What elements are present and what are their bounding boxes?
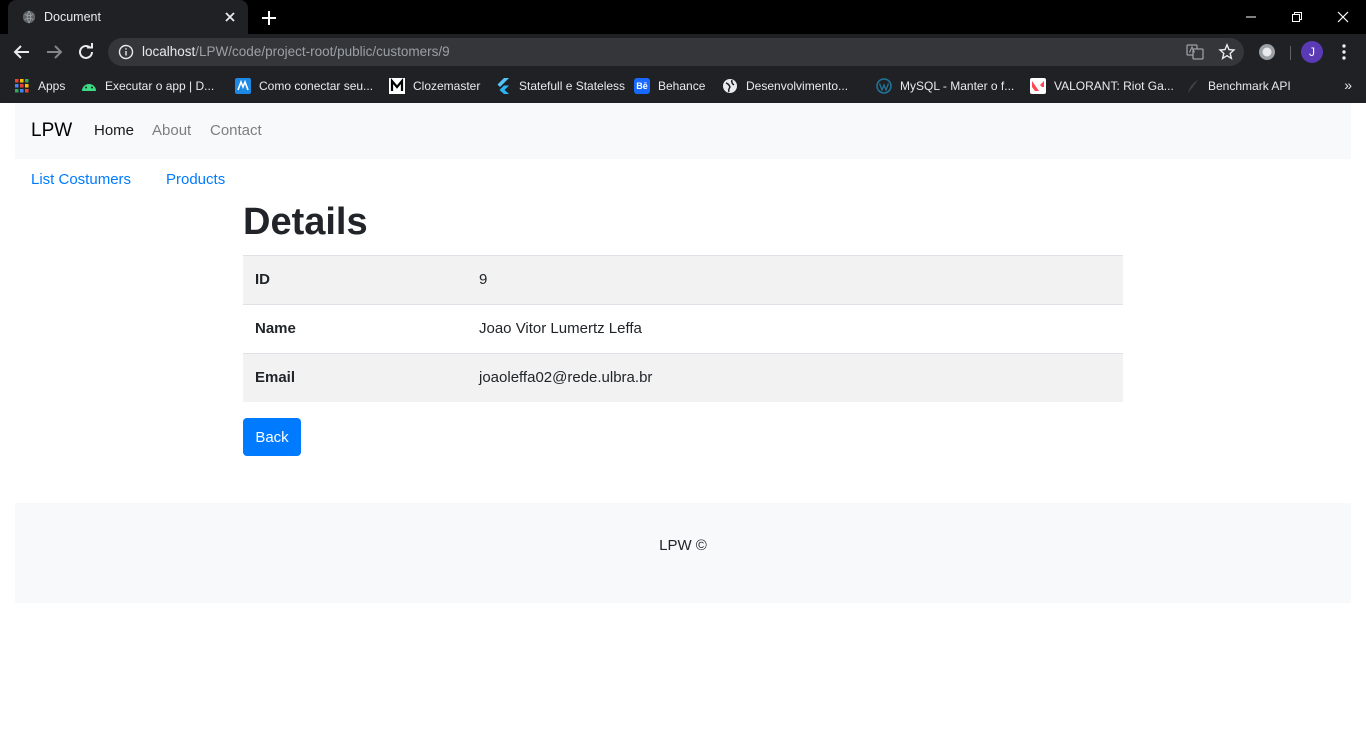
behance-icon: Bē bbox=[634, 78, 650, 94]
minimize-icon bbox=[1246, 16, 1256, 18]
list-customers-link[interactable]: List Costumers bbox=[31, 171, 131, 188]
site-navbar: LPW Home About Contact bbox=[15, 103, 1351, 159]
browser-tab[interactable]: Document bbox=[8, 0, 248, 34]
valorant-icon bbox=[1030, 78, 1046, 94]
close-icon bbox=[1337, 11, 1349, 23]
address-bar[interactable]: localhost/LPW/code/project-root/public/c… bbox=[108, 38, 1244, 66]
bookmark-label: Clozemaster bbox=[413, 79, 481, 93]
bookmark-item[interactable]: Executar o app | D... bbox=[81, 76, 214, 96]
clozemaster-icon bbox=[389, 78, 405, 94]
bookmark-item[interactable]: MySQL - Manter o f... bbox=[876, 76, 1014, 96]
bookmark-label: Statefull e Stateless bbox=[519, 79, 626, 93]
minimize-button[interactable] bbox=[1228, 0, 1274, 34]
back-button[interactable]: Back bbox=[243, 418, 301, 456]
bookmark-item[interactable]: Desenvolvimento... bbox=[722, 76, 848, 96]
row-value: 9 bbox=[479, 271, 488, 288]
navbar-brand[interactable]: LPW bbox=[31, 120, 72, 142]
close-window-button[interactable] bbox=[1320, 0, 1366, 34]
arrow-left-icon bbox=[13, 45, 29, 59]
bookmarks-bar: Apps Executar o app | D... Como conectar… bbox=[0, 70, 1366, 103]
url-text: localhost/LPW/code/project-root/public/c… bbox=[142, 44, 450, 59]
forward-nav-button[interactable] bbox=[42, 40, 66, 64]
site-footer: LPW © bbox=[15, 503, 1351, 603]
nav-link-contact[interactable]: Contact bbox=[210, 122, 262, 139]
bookmark-label: Como conectar seu... bbox=[259, 79, 374, 93]
menu-kebab-icon[interactable] bbox=[1334, 42, 1354, 62]
bookmark-item[interactable]: Benchmark API bbox=[1184, 76, 1291, 96]
globe-icon bbox=[22, 10, 36, 24]
table-row: ID 9 bbox=[243, 255, 1123, 304]
bookmark-label: Benchmark API bbox=[1208, 79, 1291, 93]
restore-icon bbox=[1292, 12, 1302, 22]
extension-icon[interactable] bbox=[1257, 42, 1277, 62]
apps-grid-icon bbox=[14, 78, 30, 94]
bookmark-item[interactable]: VALORANT: Riot Ga... bbox=[1030, 76, 1174, 96]
url-host: localhost bbox=[142, 44, 196, 59]
bookmark-label: Apps bbox=[38, 79, 66, 93]
reload-icon bbox=[79, 43, 93, 59]
browser-toolbar: localhost/LPW/code/project-root/public/c… bbox=[0, 34, 1366, 70]
android-icon bbox=[81, 78, 97, 94]
row-key: Name bbox=[255, 320, 296, 337]
page-title: Details bbox=[243, 201, 368, 243]
url-path: /LPW/code/project-root/public/customers/… bbox=[195, 44, 450, 59]
row-value: joaoleffa02@rede.ulbra.br bbox=[479, 369, 653, 386]
toolbar-divider bbox=[1290, 46, 1291, 60]
close-icon[interactable] bbox=[220, 7, 240, 27]
table-row: Email joaoleffa02@rede.ulbra.br bbox=[243, 353, 1123, 402]
row-key: ID bbox=[255, 271, 270, 288]
info-icon[interactable] bbox=[118, 44, 134, 60]
bookmark-label: VALORANT: Riot Ga... bbox=[1054, 79, 1174, 93]
profile-avatar[interactable]: J bbox=[1301, 41, 1323, 63]
nav-link-home[interactable]: Home bbox=[94, 122, 134, 139]
new-tab-plus-icon[interactable] bbox=[258, 7, 280, 29]
translate-icon[interactable] bbox=[1186, 43, 1204, 61]
flutter-icon bbox=[495, 78, 511, 94]
bookmark-apps[interactable]: Apps bbox=[14, 76, 65, 96]
bookmarks-overflow-icon[interactable]: » bbox=[1344, 77, 1352, 93]
row-value: Joao Vitor Lumertz Leffa bbox=[479, 320, 642, 337]
bookmark-label: MySQL - Manter o f... bbox=[900, 79, 1015, 93]
browser-titlebar: Document bbox=[0, 0, 1366, 34]
back-nav-button[interactable] bbox=[10, 40, 34, 64]
star-icon[interactable] bbox=[1218, 43, 1236, 61]
products-link[interactable]: Products bbox=[166, 171, 225, 188]
bookmark-logo-icon bbox=[235, 78, 251, 94]
bookmark-item[interactable]: Bē Behance bbox=[634, 76, 705, 96]
bookmark-label: Executar o app | D... bbox=[105, 79, 215, 93]
bookmark-icon bbox=[1184, 78, 1200, 94]
table-row: Name Joao Vitor Lumertz Leffa bbox=[243, 304, 1123, 353]
restore-button[interactable] bbox=[1274, 0, 1320, 34]
details-table: ID 9 Name Joao Vitor Lumertz Leffa Email… bbox=[243, 255, 1123, 402]
globe-icon bbox=[722, 78, 738, 94]
page-content: LPW Home About Contact List Costumers Pr… bbox=[0, 103, 1366, 738]
bookmark-label: Behance bbox=[658, 79, 706, 93]
bookmark-item[interactable]: Statefull e Stateless bbox=[495, 76, 625, 96]
tab-title: Document bbox=[44, 10, 101, 24]
reload-button[interactable] bbox=[74, 40, 98, 64]
wordpress-icon bbox=[876, 78, 892, 94]
row-key: Email bbox=[255, 369, 296, 386]
bookmark-item[interactable]: Como conectar seu... bbox=[235, 76, 373, 96]
nav-link-about[interactable]: About bbox=[152, 122, 191, 139]
arrow-right-icon bbox=[47, 45, 63, 59]
bookmark-item[interactable]: Clozemaster bbox=[389, 76, 480, 96]
bookmark-label: Desenvolvimento... bbox=[746, 79, 849, 93]
footer-text: LPW © bbox=[659, 537, 707, 554]
